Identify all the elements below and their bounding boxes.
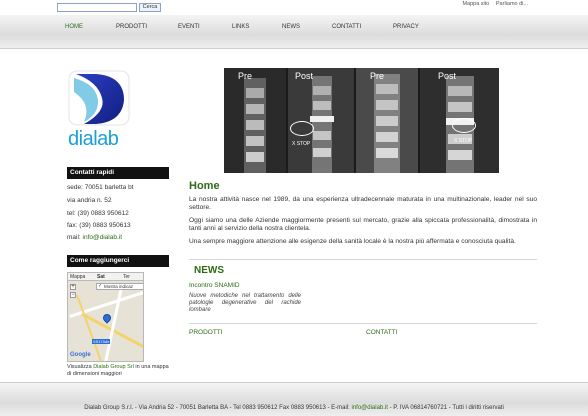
- mail-link[interactable]: info@dialab.it: [83, 234, 122, 241]
- reach-us-header: Come raggiungerci: [67, 255, 169, 267]
- top-bar: Cerca Mappa sito Parliamo di...: [0, 0, 588, 14]
- map-tab-terrain[interactable]: Ter: [123, 274, 130, 280]
- xstop-marker-icon: [290, 121, 314, 136]
- xray-pre-1: [224, 68, 286, 173]
- xstop-label: X STOP: [454, 138, 473, 144]
- mail-label: mail:: [67, 234, 81, 241]
- quality-paragraph: Una sempre maggiore attenzione alle esig…: [189, 238, 516, 245]
- news-excerpt: Nuove metodiche nel trattamento delle pa…: [189, 293, 301, 314]
- footer-mail-link[interactable]: info@dialab.it: [351, 405, 387, 411]
- map-road-label: SS170dir: [92, 339, 111, 344]
- contact-mail: mail: info@dialab.it: [67, 234, 122, 241]
- divider: [189, 323, 537, 324]
- page-title: Home: [189, 180, 220, 192]
- map-tab-map[interactable]: Mappa: [70, 274, 85, 280]
- main-nav: HOME PRODOTTI EVENTI LINKS NEWS CONTATTI…: [0, 24, 588, 34]
- contact-address-street: via andria n. 52: [67, 197, 112, 204]
- xray-label-pre: Pre: [238, 71, 253, 81]
- hero-xray-image: Pre Post Pre Post X STOP X STOP: [224, 68, 499, 173]
- search-input[interactable]: [57, 3, 137, 12]
- contact-address-city: sede: 70051 barletta bt: [67, 184, 134, 191]
- map-larger-link[interactable]: Dialab Group Srl: [93, 364, 134, 370]
- map-tab-satellite[interactable]: Sat: [97, 274, 105, 280]
- bottom-link-prodotti[interactable]: PRODOTTI: [189, 329, 223, 336]
- xray-label-post: Post: [438, 71, 457, 81]
- embedded-map[interactable]: Mappa Sat Ter Mostra indicaz + − SS170di…: [67, 272, 144, 362]
- map-caption-prefix: Visualizza: [67, 364, 92, 370]
- top-links: Mappa sito Parliamo di...: [457, 1, 528, 7]
- sitemap-link[interactable]: Mappa sito: [462, 1, 489, 7]
- nav-prodotti[interactable]: PRODOTTI: [116, 24, 147, 30]
- contact-fax: fax: (39) 0883 950613: [67, 222, 131, 229]
- nav-contatti[interactable]: CONTATTI: [332, 24, 361, 30]
- bottom-link-contatti[interactable]: CONTATTI: [366, 329, 398, 336]
- footer-vat-info: - P. IVA 06814760721 - Tutti i diritti r…: [389, 405, 504, 411]
- news-headline-link[interactable]: Incontro SNAMID: [189, 282, 240, 289]
- nav-eventi[interactable]: EVENTI: [178, 24, 200, 30]
- logo-mark-icon: [68, 70, 130, 126]
- xstop-marker-icon: [452, 118, 476, 133]
- map-directions-checkbox[interactable]: Mostra indicaz: [96, 283, 143, 290]
- divider: [189, 259, 537, 260]
- xray-label-pre: Pre: [370, 71, 385, 81]
- xstop-label: X STOP: [292, 141, 311, 147]
- parliamo-di-link[interactable]: Parliamo di...: [496, 1, 528, 7]
- footer-text: Dialab Group S.r.l. - Via Andria 52 - 70…: [0, 405, 588, 411]
- map-type-tabs: Mappa Sat Ter: [68, 273, 143, 281]
- logo-text: dialab: [68, 128, 119, 150]
- map-pin-icon[interactable]: [101, 312, 113, 324]
- map-caption: Visualizza Dialab Group Srl in una mappa…: [67, 364, 169, 378]
- nav-privacy[interactable]: PRIVACY: [393, 24, 419, 30]
- footer-company-info: Dialab Group S.r.l. - Via Andria 52 - 70…: [84, 405, 350, 411]
- nav-news[interactable]: NEWS: [282, 24, 300, 30]
- market-paragraph: Oggi siamo una delle Aziende maggiorment…: [189, 217, 537, 232]
- intro-paragraph: La nostra attività nasce nel 1989, da un…: [189, 196, 537, 211]
- zoom-out-icon[interactable]: −: [70, 292, 76, 298]
- nav-links[interactable]: LINKS: [232, 24, 249, 30]
- nav-home[interactable]: HOME: [65, 24, 83, 30]
- xray-pre-2: [356, 68, 418, 173]
- news-heading: NEWS: [194, 265, 224, 276]
- search-button[interactable]: Cerca: [139, 3, 161, 12]
- google-logo: Google: [70, 352, 91, 358]
- zoom-in-icon[interactable]: +: [70, 284, 76, 290]
- contacts-header: Contatti rapidi: [67, 167, 169, 179]
- contact-tel: tel: (39) 0883 950612: [67, 210, 129, 217]
- xray-label-post: Post: [295, 71, 314, 81]
